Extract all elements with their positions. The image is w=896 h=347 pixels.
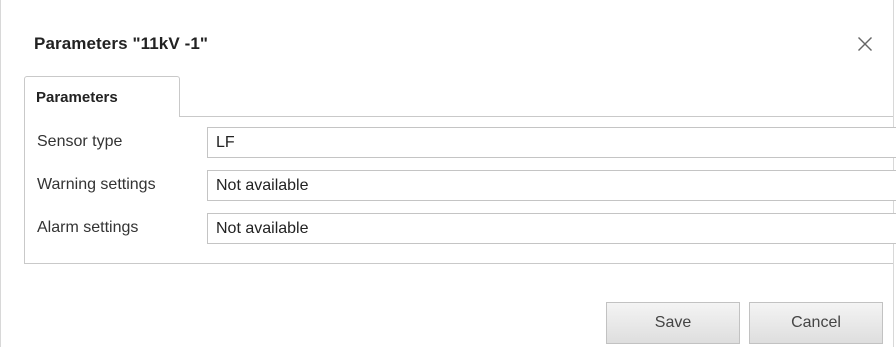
warning-settings-select[interactable]: Not available <box>207 170 896 201</box>
cancel-button[interactable]: Cancel <box>749 302 883 344</box>
alarm-settings-label: Alarm settings <box>37 219 139 236</box>
warning-settings-label: Warning settings <box>37 176 156 193</box>
parameters-panel: Sensor type LF Warning settings Not avai… <box>24 116 896 264</box>
tab-parameters-label: Parameters <box>36 89 118 106</box>
close-button[interactable] <box>849 28 881 60</box>
parameters-dialog: Parameters "11kV -1" Parameters Sensor t… <box>0 0 896 347</box>
sensor-type-label: Sensor type <box>37 133 123 150</box>
close-icon <box>858 37 872 51</box>
sensor-type-value: LF <box>216 134 235 151</box>
save-button[interactable]: Save <box>606 302 740 344</box>
alarm-settings-select[interactable]: Not available <box>207 213 896 244</box>
tab-parameters[interactable]: Parameters <box>24 76 180 117</box>
warning-settings-value: Not available <box>216 177 309 194</box>
alarm-settings-value: Not available <box>216 220 309 237</box>
dialog-title: Parameters "11kV -1" <box>34 34 209 53</box>
sensor-type-select[interactable]: LF <box>207 127 896 158</box>
